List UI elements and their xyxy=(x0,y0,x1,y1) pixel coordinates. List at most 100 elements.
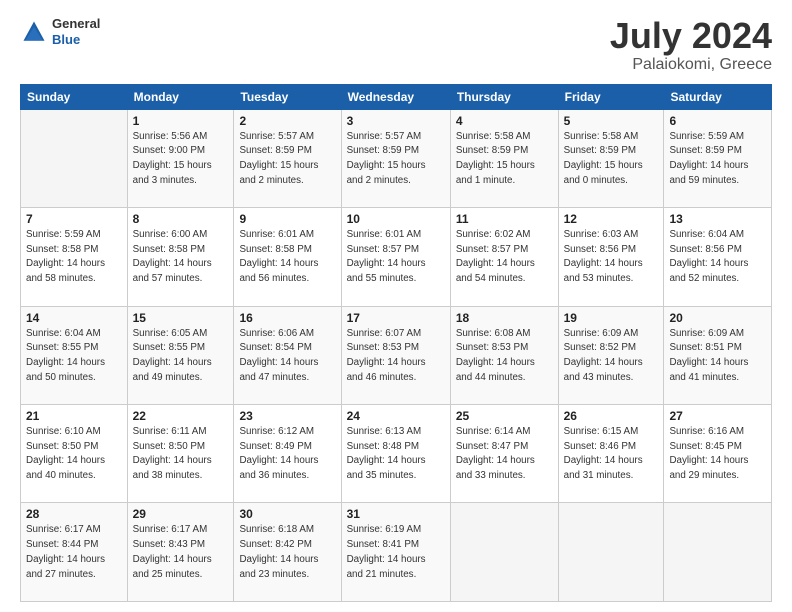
day-number: 14 xyxy=(26,311,122,325)
day-number: 11 xyxy=(456,212,553,226)
day-number: 6 xyxy=(669,114,766,128)
day-info: Sunrise: 6:04 AM Sunset: 8:55 PM Dayligh… xyxy=(26,327,122,386)
day-info: Sunrise: 6:09 AM Sunset: 8:51 PM Dayligh… xyxy=(669,327,766,386)
calendar-cell: 1Sunrise: 5:56 AM Sunset: 9:00 PM Daylig… xyxy=(127,109,234,207)
calendar-cell: 20Sunrise: 6:09 AM Sunset: 8:51 PM Dayli… xyxy=(664,306,772,404)
day-info: Sunrise: 6:07 AM Sunset: 8:53 PM Dayligh… xyxy=(347,327,445,386)
day-number: 5 xyxy=(564,114,659,128)
calendar-cell: 6 Sunrise: 5:59 AM Sunset: 8:59 PM Daylig… xyxy=(664,109,772,207)
day-number: 10 xyxy=(347,212,445,226)
day-number: 30 xyxy=(239,507,335,521)
calendar-cell xyxy=(450,503,558,602)
calendar-cell: 31Sunrise: 6:19 AM Sunset: 8:41 PM Dayli… xyxy=(341,503,450,602)
day-number: 25 xyxy=(456,409,553,423)
calendar-cell: 16 Sunrise: 6:06 AM Sunset: 8:54 PM Dayli… xyxy=(234,306,341,404)
logo-icon xyxy=(20,18,48,46)
day-info: Sunrise: 6:06 AM Sunset: 8:54 PM Dayligh… xyxy=(239,327,335,386)
calendar-cell: 5 Sunrise: 5:58 AM Sunset: 8:59 PM Daylig… xyxy=(558,109,664,207)
day-info: Sunrise: 6:11 AM Sunset: 8:50 PM Dayligh… xyxy=(133,425,229,484)
day-number: 29 xyxy=(133,507,229,521)
calendar-cell: 22 Sunrise: 6:11 AM Sunset: 8:50 PM Dayli… xyxy=(127,405,234,503)
day-number: 24 xyxy=(347,409,445,423)
day-number: 2 xyxy=(239,114,335,128)
calendar-cell: 29 Sunrise: 6:17 AM Sunset: 8:43 PM Dayli… xyxy=(127,503,234,602)
calendar-cell: 9 Sunrise: 6:01 AM Sunset: 8:58 PM Daylig… xyxy=(234,208,341,306)
calendar-cell: 24 Sunrise: 6:13 AM Sunset: 8:48 PM Dayli… xyxy=(341,405,450,503)
day-info: Sunrise: 6:18 AM Sunset: 8:42 PM Dayligh… xyxy=(239,523,335,582)
day-info: Sunrise: 6:03 AM Sunset: 8:56 PM Dayligh… xyxy=(564,228,659,287)
calendar-cell: 11 Sunrise: 6:02 AM Sunset: 8:57 PM Dayli… xyxy=(450,208,558,306)
calendar-cell: 30 Sunrise: 6:18 AM Sunset: 8:42 PM Dayli… xyxy=(234,503,341,602)
calendar-cell: 3 Sunrise: 5:57 AM Sunset: 8:59 PM Daylig… xyxy=(341,109,450,207)
day-number: 21 xyxy=(26,409,122,423)
calendar-cell: 25Sunrise: 6:14 AM Sunset: 8:47 PM Dayli… xyxy=(450,405,558,503)
day-info: Sunrise: 6:17 AM Sunset: 8:43 PM Dayligh… xyxy=(133,523,229,582)
calendar-cell: 13 Sunrise: 6:04 AM Sunset: 8:56 PM Dayli… xyxy=(664,208,772,306)
day-number: 17 xyxy=(347,311,445,325)
week-row-1: 7Sunrise: 5:59 AM Sunset: 8:58 PM Daylig… xyxy=(21,208,772,306)
day-info: Sunrise: 6:04 AM Sunset: 8:56 PM Dayligh… xyxy=(669,228,766,287)
day-info: Sunrise: 6:19 AM Sunset: 8:41 PM Dayligh… xyxy=(347,523,445,582)
day-info: Sunrise: 5:58 AM Sunset: 8:59 PM Dayligh… xyxy=(564,130,659,189)
calendar-cell: 17 Sunrise: 6:07 AM Sunset: 8:53 PM Dayli… xyxy=(341,306,450,404)
day-info: Sunrise: 6:15 AM Sunset: 8:46 PM Dayligh… xyxy=(564,425,659,484)
day-info: Sunrise: 6:13 AM Sunset: 8:48 PM Dayligh… xyxy=(347,425,445,484)
calendar-cell: 8Sunrise: 6:00 AM Sunset: 8:58 PM Daylig… xyxy=(127,208,234,306)
calendar-cell: 27Sunrise: 6:16 AM Sunset: 8:45 PM Dayli… xyxy=(664,405,772,503)
col-header-monday: Monday xyxy=(127,84,234,109)
main-title: July 2024 xyxy=(610,16,772,56)
calendar-cell: 10 Sunrise: 6:01 AM Sunset: 8:57 PM Dayli… xyxy=(341,208,450,306)
day-number: 23 xyxy=(239,409,335,423)
day-info: Sunrise: 6:12 AM Sunset: 8:49 PM Dayligh… xyxy=(239,425,335,484)
day-number: 18 xyxy=(456,311,553,325)
calendar-cell: 28 Sunrise: 6:17 AM Sunset: 8:44 PM Dayli… xyxy=(21,503,128,602)
day-number: 19 xyxy=(564,311,659,325)
day-number: 12 xyxy=(564,212,659,226)
calendar-cell: 18 Sunrise: 6:08 AM Sunset: 8:53 PM Dayli… xyxy=(450,306,558,404)
title-block: July 2024 Palaiokomi, Greece xyxy=(610,16,772,74)
calendar-cell: 12 Sunrise: 6:03 AM Sunset: 8:56 PM Dayli… xyxy=(558,208,664,306)
day-info: Sunrise: 6:01 AM Sunset: 8:58 PM Dayligh… xyxy=(239,228,335,287)
day-info: Sunrise: 6:02 AM Sunset: 8:57 PM Dayligh… xyxy=(456,228,553,287)
day-info: Sunrise: 6:05 AM Sunset: 8:55 PM Dayligh… xyxy=(133,327,229,386)
day-info: Sunrise: 6:17 AM Sunset: 8:44 PM Dayligh… xyxy=(26,523,122,582)
calendar-header-row: SundayMondayTuesdayWednesdayThursdayFrid… xyxy=(21,84,772,109)
day-number: 28 xyxy=(26,507,122,521)
col-header-thursday: Thursday xyxy=(450,84,558,109)
col-header-friday: Friday xyxy=(558,84,664,109)
day-number: 7 xyxy=(26,212,122,226)
calendar-cell: 26Sunrise: 6:15 AM Sunset: 8:46 PM Dayli… xyxy=(558,405,664,503)
day-info: Sunrise: 5:57 AM Sunset: 8:59 PM Dayligh… xyxy=(239,130,335,189)
week-row-3: 21 Sunrise: 6:10 AM Sunset: 8:50 PM Dayli… xyxy=(21,405,772,503)
day-info: Sunrise: 5:56 AM Sunset: 9:00 PM Dayligh… xyxy=(133,130,229,189)
day-info: Sunrise: 5:59 AM Sunset: 8:59 PM Dayligh… xyxy=(669,130,766,189)
logo: General Blue xyxy=(20,16,100,47)
day-number: 9 xyxy=(239,212,335,226)
day-info: Sunrise: 5:57 AM Sunset: 8:59 PM Dayligh… xyxy=(347,130,445,189)
day-number: 8 xyxy=(133,212,229,226)
day-info: Sunrise: 6:08 AM Sunset: 8:53 PM Dayligh… xyxy=(456,327,553,386)
day-number: 22 xyxy=(133,409,229,423)
col-header-wednesday: Wednesday xyxy=(341,84,450,109)
calendar-cell xyxy=(21,109,128,207)
day-number: 3 xyxy=(347,114,445,128)
calendar-cell: 15Sunrise: 6:05 AM Sunset: 8:55 PM Dayli… xyxy=(127,306,234,404)
calendar-cell: 7Sunrise: 5:59 AM Sunset: 8:58 PM Daylig… xyxy=(21,208,128,306)
day-info: Sunrise: 6:01 AM Sunset: 8:57 PM Dayligh… xyxy=(347,228,445,287)
week-row-2: 14 Sunrise: 6:04 AM Sunset: 8:55 PM Dayli… xyxy=(21,306,772,404)
day-info: Sunrise: 6:10 AM Sunset: 8:50 PM Dayligh… xyxy=(26,425,122,484)
subtitle: Palaiokomi, Greece xyxy=(610,56,772,74)
calendar-cell: 19Sunrise: 6:09 AM Sunset: 8:52 PM Dayli… xyxy=(558,306,664,404)
week-row-0: 1Sunrise: 5:56 AM Sunset: 9:00 PM Daylig… xyxy=(21,109,772,207)
day-info: Sunrise: 5:58 AM Sunset: 8:59 PM Dayligh… xyxy=(456,130,553,189)
calendar-cell xyxy=(664,503,772,602)
day-number: 16 xyxy=(239,311,335,325)
col-header-saturday: Saturday xyxy=(664,84,772,109)
calendar-cell: 21 Sunrise: 6:10 AM Sunset: 8:50 PM Dayli… xyxy=(21,405,128,503)
day-number: 13 xyxy=(669,212,766,226)
header: General Blue July 2024 Palaiokomi, Greec… xyxy=(20,16,772,74)
page: General Blue July 2024 Palaiokomi, Greec… xyxy=(0,0,792,612)
calendar-cell: 2 Sunrise: 5:57 AM Sunset: 8:59 PM Daylig… xyxy=(234,109,341,207)
calendar-cell: 14 Sunrise: 6:04 AM Sunset: 8:55 PM Dayli… xyxy=(21,306,128,404)
col-header-sunday: Sunday xyxy=(21,84,128,109)
